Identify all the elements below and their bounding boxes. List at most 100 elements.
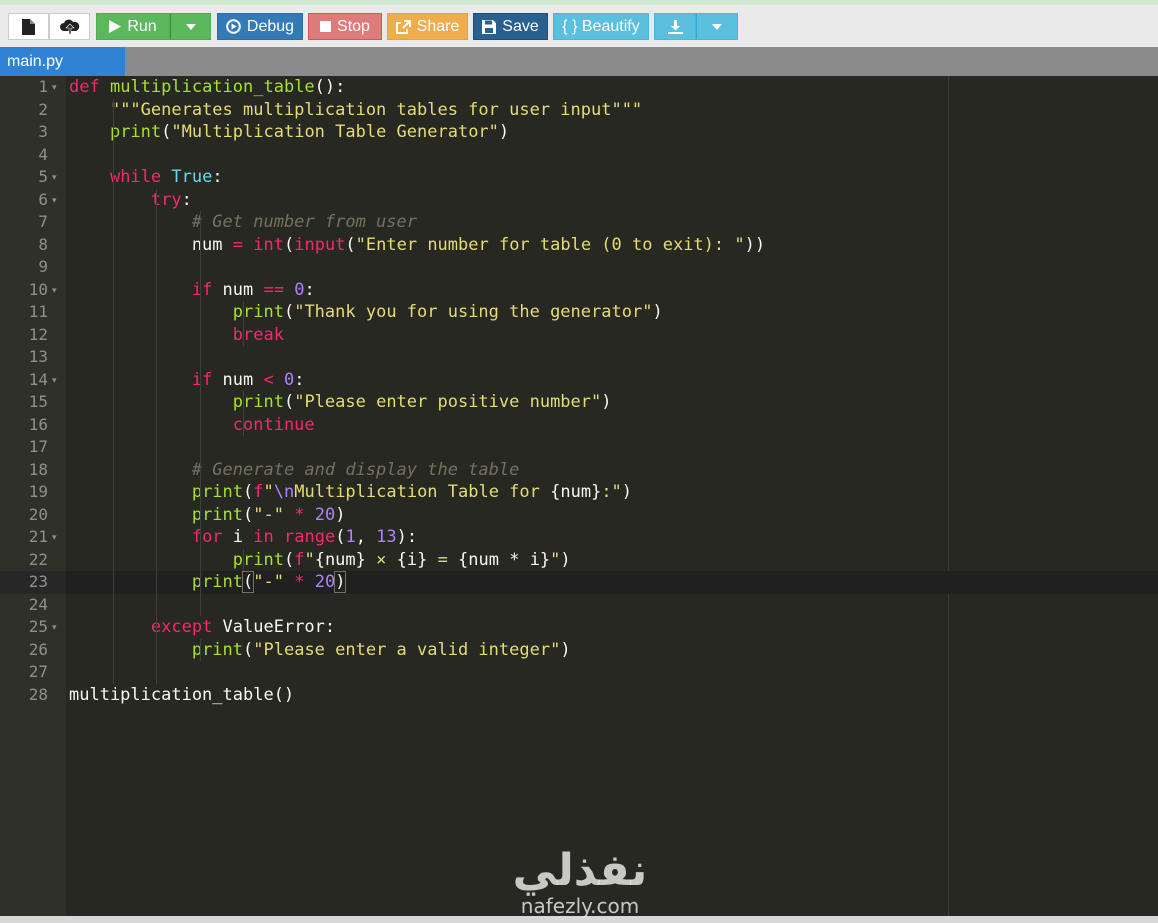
code-line: num = int(input("Enter number for table … [69,234,766,255]
line-number: 25 [28,617,48,636]
line-number: 14 [28,369,48,389]
line-number: 28 [28,684,48,704]
line-number: 10 [28,279,48,299]
line-number: 2 [38,99,48,119]
stop-button[interactable]: Stop [308,13,382,40]
print-margin [948,76,949,916]
line-number: 4 [38,144,48,164]
play-icon [109,20,122,33]
indent-guide [112,98,114,684]
code-line: print("-" * 20) [191,504,346,525]
fold-toggle-icon[interactable]: ▾ [52,76,57,99]
code-line: print(f"\nMultiplication Table for {num}… [191,482,633,502]
code-line: def multiplication_table(): [69,77,346,97]
fold-toggle-icon[interactable]: ▾ [52,166,57,189]
code-line: continue [232,414,315,435]
line-number: 27 [28,662,48,681]
code-line: for i in range(1, 13): [191,527,418,547]
indent-guide [156,188,158,684]
line-number: 12 [28,324,48,344]
caret-down-icon [185,23,196,30]
debug-icon [226,19,241,34]
code-line: break [232,324,284,345]
share-icon [395,19,411,34]
share-label: Share [416,17,460,35]
fold-toggle-icon[interactable]: ▾ [52,369,57,392]
save-icon [482,19,497,34]
line-number: 1 [38,77,48,96]
line-number: 16 [28,414,48,434]
line-number: 19 [28,482,48,501]
fold-toggle-icon[interactable]: ▾ [52,616,57,639]
stop-icon [320,21,332,32]
beautify-button[interactable]: { } Beautify [553,13,649,40]
code-line: while True: [109,167,223,187]
line-number: 22 [28,549,48,569]
code-line: print("-" * 20) [191,571,347,593]
indent-guide [199,211,201,616]
code-editor[interactable]: 1 ▾ def multiplication_table(): 2 """Genera… [0,76,1158,916]
download-options-dropdown[interactable] [696,13,738,40]
watermark-arabic: نفذلي [512,845,648,896]
beautify-label: { } Beautify [562,17,640,35]
line-number: 8 [38,234,48,254]
run-options-dropdown[interactable] [170,13,211,40]
line-number: 15 [28,392,48,411]
caret-down-icon [712,23,722,30]
line-number: 17 [28,437,48,456]
line-number: 9 [38,257,48,276]
share-button[interactable]: Share [387,13,468,40]
new-file-button[interactable] [8,13,49,40]
code-line: if num < 0: [191,369,305,390]
save-button[interactable]: Save [473,13,548,40]
line-number: 11 [28,302,48,321]
line-number: 23 [28,572,48,591]
code-line: try: [150,189,192,210]
line-number: 26 [28,639,48,659]
code-line: print("Thank you for using the generator… [232,302,663,322]
code-line: # Get number from user [191,212,417,232]
code-line: except ValueError: [150,617,336,637]
cloud-upload-icon [59,19,79,34]
indent-guide [243,548,245,571]
debug-label: Debug [246,17,295,35]
run-button[interactable]: Run [96,13,170,40]
watermark-url: nafezly.com [520,894,640,918]
code-line: print("Please enter positive number") [232,392,612,412]
debug-button[interactable]: Debug [217,13,303,40]
line-number: 7 [38,212,48,231]
code-line: print(f"{num} × {i} = {num * i}") [232,549,571,570]
line-number: 24 [28,594,48,614]
fold-toggle-icon[interactable]: ▾ [52,279,57,302]
code-line: """Generates multiplication tables for u… [109,99,643,120]
fold-toggle-icon[interactable]: ▾ [52,189,57,212]
line-number: 3 [38,122,48,141]
line-number: 18 [28,459,48,479]
save-label: Save [502,17,539,35]
download-icon [667,19,683,34]
tab-main-py[interactable]: main.py [0,47,125,76]
line-number: 21 [28,527,48,546]
upload-button[interactable] [49,13,90,40]
line-number: 13 [28,347,48,366]
indent-guide [243,391,245,436]
toolbar: Run Debug Stop Share Save { } Beautify [0,5,1158,48]
fold-toggle-icon[interactable]: ▾ [52,526,57,549]
line-number: 20 [28,504,48,524]
tab-label: main.py [7,52,64,70]
code-line: multiplication_table() [69,684,295,705]
indent-guide [243,301,245,346]
line-number: 5 [38,167,48,186]
run-label: Run [127,17,157,35]
code-line: # Generate and display the table [191,459,520,480]
stop-label: Stop [337,17,370,35]
code-line: print("Multiplication Table Generator") [109,122,510,142]
file-tab-bar: main.py [0,47,1158,76]
code-line: print("Please enter a valid integer") [191,639,571,660]
download-button[interactable] [654,13,696,40]
code-line: if num == 0: [191,279,315,300]
indent-guide [199,638,201,661]
line-number: 6 [38,189,48,209]
file-icon [22,18,35,35]
watermark-logo: نفذلي nafezly.com [490,845,670,920]
